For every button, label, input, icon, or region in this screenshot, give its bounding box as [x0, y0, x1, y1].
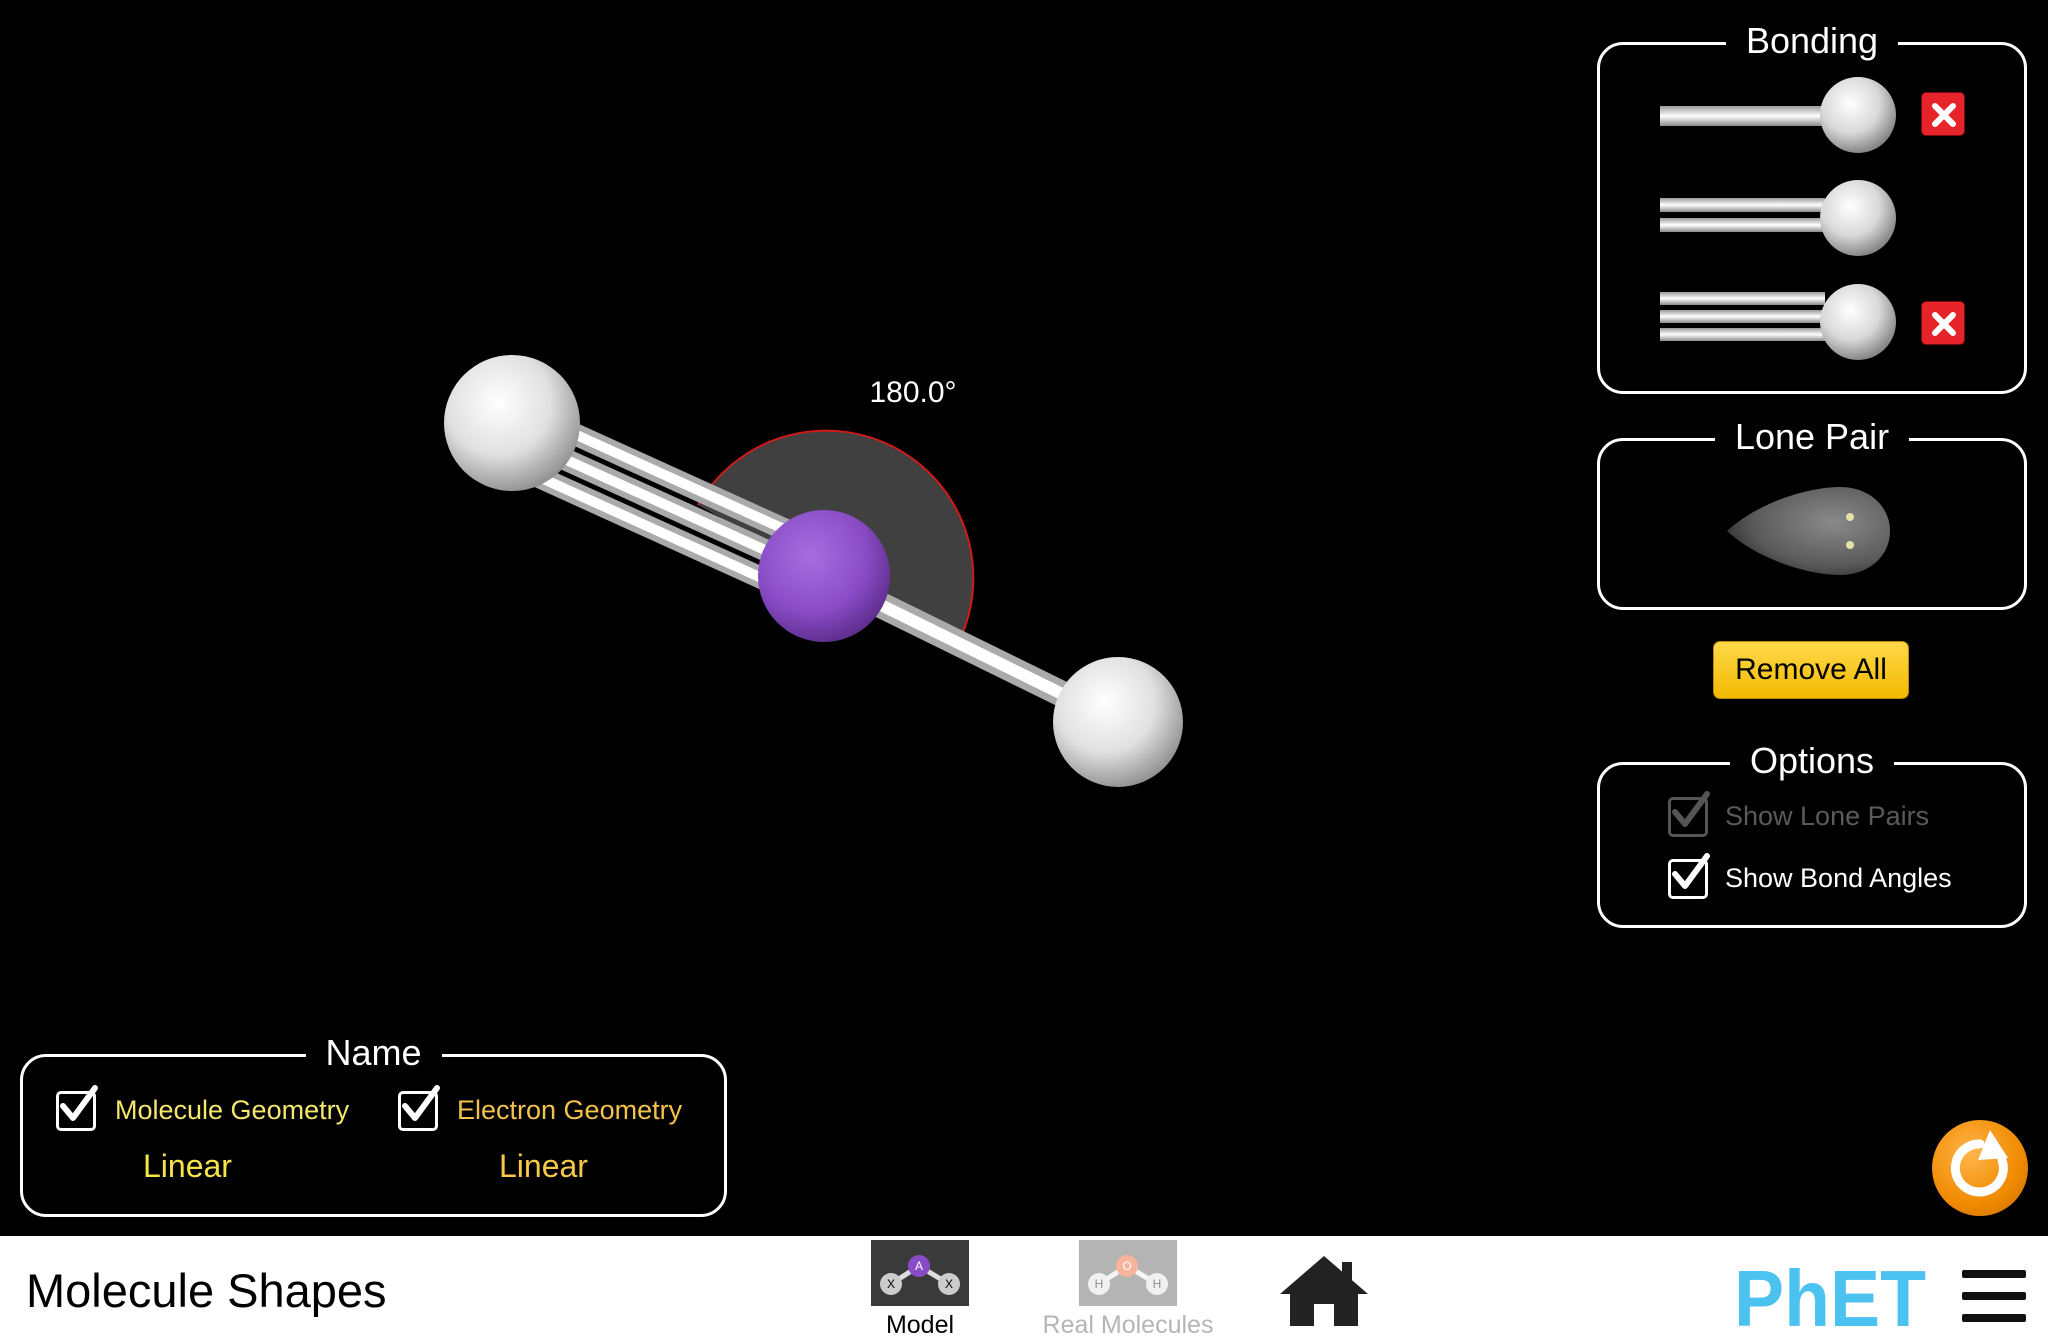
options-panel-title: Options — [1729, 739, 1895, 783]
name-panel: Name Molecule Geometry Linear Electron G… — [20, 1031, 727, 1217]
outer-atom-upper-left[interactable] — [444, 355, 580, 491]
model-thumb-right-letter: X — [945, 1277, 953, 1291]
central-atom[interactable] — [758, 510, 890, 642]
real-thumb-right-letter: H — [1153, 1277, 1162, 1291]
real-molecules-screen-thumbnail: O H H — [1079, 1240, 1177, 1306]
home-icon[interactable] — [1278, 1254, 1370, 1328]
app-title: Molecule Shapes — [26, 1264, 387, 1317]
remove-all-button[interactable]: Remove All — [1713, 641, 1909, 699]
model-thumb-center-letter: A — [915, 1259, 923, 1273]
show-bond-angles-checkbox[interactable] — [1668, 853, 1710, 899]
phet-logo-text: PhET — [1734, 1256, 1926, 1332]
hamburger-menu-icon[interactable] — [1962, 1270, 2026, 1322]
phet-logo[interactable]: PhET — [1732, 1256, 1932, 1332]
screen-label-real-molecules: Real Molecules — [1042, 1311, 1214, 1339]
model-thumb-left-letter: X — [887, 1277, 895, 1291]
remove-x-icon — [1932, 103, 1956, 127]
show-bond-angles-label: Show Bond Angles — [1725, 863, 1952, 893]
show-lone-pairs-label: Show Lone Pairs — [1725, 801, 1930, 831]
outer-atom-lower-right[interactable] — [1053, 657, 1183, 787]
name-panel-title: Name — [305, 1031, 442, 1075]
molecule-geometry-checkbox[interactable] — [56, 1085, 98, 1131]
remove-single-bond-button[interactable] — [1921, 92, 1965, 136]
remove-x-icon — [1932, 312, 1956, 336]
lone-pair-item[interactable] — [1720, 471, 1910, 591]
electron-geometry-label: Electron Geometry — [457, 1095, 683, 1125]
screen-label-model: Model — [885, 1311, 955, 1339]
screen-button-real-molecules[interactable]: O H H Real Molecules — [1028, 1238, 1228, 1342]
lone-pair-panel-title: Lone Pair — [1714, 415, 1910, 459]
reset-arrow-icon — [1950, 1130, 2008, 1197]
checkmark-icon — [402, 1085, 440, 1121]
bond-angle-label: 180.0° — [869, 376, 956, 409]
reset-all-button[interactable] — [1932, 1120, 2028, 1216]
screen-button-model[interactable]: A X X Model — [866, 1238, 974, 1342]
real-thumb-left-letter: H — [1095, 1277, 1104, 1291]
electron-geometry-value: Linear — [499, 1148, 588, 1184]
triple-bond-item[interactable] — [1660, 284, 1896, 360]
lone-pair-panel: Lone Pair — [1597, 415, 2027, 610]
double-bond-item[interactable] — [1660, 180, 1896, 256]
checkmark-icon — [60, 1085, 98, 1121]
electron-geometry-checkbox[interactable] — [398, 1085, 440, 1131]
options-panel: Options Show Lone Pairs Show Bond Angles — [1597, 739, 2027, 928]
molecule-geometry-label: Molecule Geometry — [115, 1095, 350, 1125]
show-lone-pairs-checkbox[interactable] — [1668, 791, 1710, 837]
model-screen-thumbnail: A X X — [871, 1240, 969, 1306]
remove-triple-bond-button[interactable] — [1921, 301, 1965, 345]
real-thumb-center-letter: O — [1122, 1259, 1131, 1273]
checkmark-icon — [1672, 853, 1710, 889]
single-bond-item[interactable] — [1660, 77, 1896, 153]
molecule-geometry-value: Linear — [143, 1148, 232, 1184]
checkmark-icon — [1672, 791, 1710, 827]
